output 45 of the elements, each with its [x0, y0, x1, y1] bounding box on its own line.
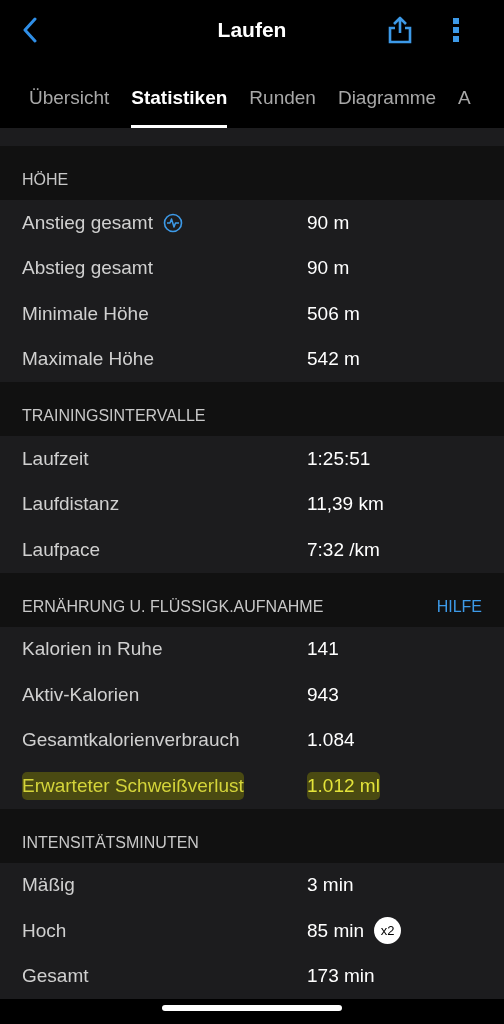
- stat-value: 1:25:51: [307, 446, 371, 471]
- multiplier-badge: x2: [374, 917, 402, 945]
- stat-label: Laufpace: [22, 537, 101, 562]
- stat-label: Laufzeit: [22, 446, 89, 471]
- tab[interactable]: A: [458, 60, 471, 128]
- stat-value: 1.012 ml: [307, 771, 380, 800]
- stat-label: Anstieg gesamt: [22, 210, 153, 235]
- heartbeat-icon[interactable]: [162, 212, 183, 233]
- stat-label: Mäßig: [22, 873, 75, 897]
- tab[interactable]: Übersicht: [29, 60, 110, 128]
- stat-label: Minimale Höhe: [22, 301, 149, 326]
- stat-value: 1.084: [307, 728, 355, 752]
- stat-value: 11,39 km: [307, 492, 384, 516]
- stat-value: 7:32 /km: [307, 537, 380, 562]
- stat-label: Gesamt: [22, 964, 89, 988]
- tab[interactable]: Runden: [249, 60, 316, 128]
- share-icon: [388, 16, 412, 44]
- stat-label: Abstieg gesamt: [22, 256, 153, 280]
- stat-label: Laufdistanz: [22, 492, 120, 516]
- help-link[interactable]: HILFE: [436, 594, 482, 619]
- stat-value: 943: [307, 682, 339, 707]
- section-header: TRAININGSINTERVALLE: [22, 406, 206, 426]
- more-icon: [452, 17, 460, 43]
- stat-value: 506 m: [307, 301, 360, 326]
- section-header: INTENSITÄTSMINUTEN: [22, 832, 199, 853]
- screen-title: Laufen: [216, 17, 288, 44]
- stat-value: 90 m: [307, 256, 350, 280]
- stat-label: Erwarteter Schweißverlust: [22, 771, 244, 800]
- stat-value: 542 m: [307, 347, 360, 371]
- share-button[interactable]: [388, 16, 412, 44]
- stat-label: Gesamtkalorienverbrauch: [22, 728, 240, 752]
- more-button[interactable]: [452, 17, 460, 43]
- section-header: ERNÄHRUNG U. FLÜSSIGK.AUFNAHME: [22, 596, 324, 617]
- stat-label: Maximale Höhe: [22, 347, 154, 371]
- stat-value: 173 min: [307, 964, 375, 988]
- stat-value: 85 min: [307, 918, 365, 943]
- stat-value: 141: [307, 637, 339, 661]
- stat-value: 3 min: [307, 873, 354, 897]
- section-header: HÖHE: [22, 170, 69, 190]
- stat-value: 90 m: [307, 210, 350, 235]
- back-icon: [22, 17, 38, 43]
- stat-label: Kalorien in Ruhe: [22, 637, 163, 661]
- stat-label: Aktiv-Kalorien: [22, 682, 140, 707]
- stat-label: Hoch: [22, 918, 67, 943]
- tab[interactable]: Diagramme: [337, 60, 437, 128]
